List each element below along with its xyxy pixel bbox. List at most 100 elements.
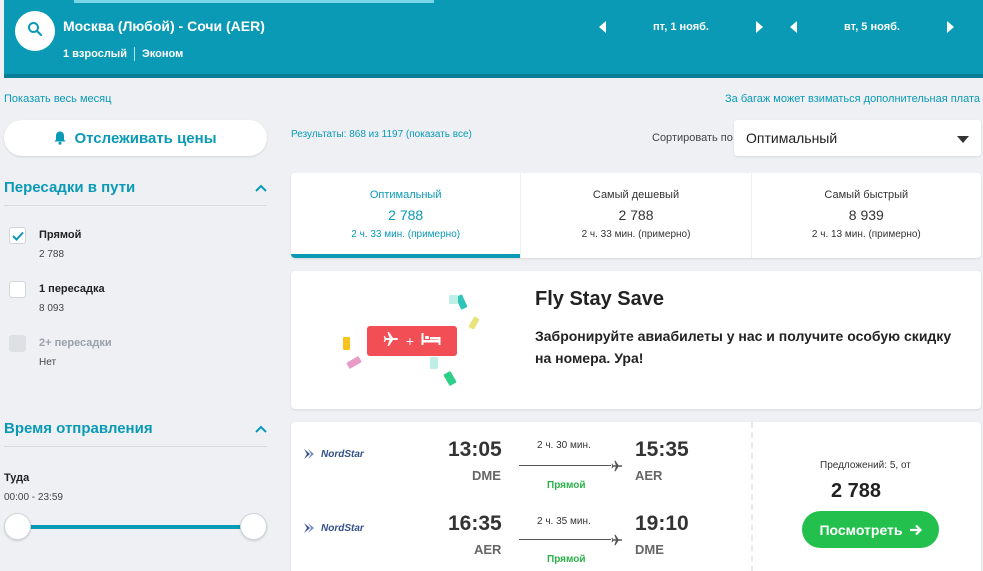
- promo-text: Забронируйте авиабилеты у нас и получите…: [535, 328, 952, 366]
- prev-return-date-button[interactable]: [786, 17, 802, 37]
- search-button[interactable]: [15, 11, 55, 51]
- return-date-picker: вт, 5 нояб.: [786, 16, 958, 38]
- show-month-link[interactable]: Показать весь месяц: [4, 93, 111, 105]
- nordstar-logo-icon: [304, 449, 314, 459]
- arrival-time: 19:10: [635, 512, 689, 535]
- flight-price: 2 788: [831, 480, 882, 502]
- airplane-icon: [611, 533, 623, 551]
- departure-time: 16:35: [448, 512, 502, 535]
- option-label: Прямой: [39, 229, 82, 241]
- meta-separator: [133, 47, 135, 61]
- results-count[interactable]: Результаты: 868 из 1197 (показать все): [291, 129, 472, 140]
- stops-option-two-plus: 2+ пересадки Нет: [9, 335, 112, 369]
- chevron-left-icon: [790, 21, 797, 33]
- airline-logo: NordStar: [303, 522, 364, 534]
- chevron-up-icon: [255, 420, 267, 437]
- header-accent-strip: [74, 0, 434, 3]
- flight-result-card[interactable]: NordStar 13:05 DME 2 ч. 30 мин. Прямой 1…: [291, 422, 981, 571]
- flight-duration: 2 ч. 35 мин.: [537, 516, 591, 527]
- prev-depart-date-button[interactable]: [595, 17, 611, 37]
- route-line: [519, 465, 611, 466]
- nordstar-logo-icon: [304, 523, 314, 533]
- confetti-shape: [443, 370, 457, 387]
- filter-divider: [4, 446, 267, 447]
- departure-airport: DME: [472, 468, 501, 483]
- stops-option-direct[interactable]: Прямой 2 788: [9, 227, 81, 261]
- tab-price: 2 788: [618, 207, 654, 223]
- route-title[interactable]: Москва (Любой) - Сочи (AER): [63, 18, 265, 34]
- two-plus-stops-checkbox: [9, 335, 26, 352]
- promo-plus: +: [405, 333, 415, 349]
- time-slider-max-handle[interactable]: [240, 513, 267, 540]
- bed-icon: [421, 332, 441, 351]
- option-price: 2 788: [39, 249, 65, 260]
- arrival-airport: AER: [635, 468, 663, 483]
- confetti-shape: [468, 316, 480, 330]
- airline-name: NordStar: [321, 448, 364, 460]
- tab-title: Оптимальный: [369, 189, 442, 201]
- filter-divider: [4, 205, 267, 206]
- departure-time: 13:05: [448, 438, 502, 461]
- time-slider-min-handle[interactable]: [4, 513, 31, 540]
- card-divider: [751, 422, 753, 571]
- depart-date-picker: пт, 1 нояб.: [595, 16, 767, 38]
- slider-direction-label: Туда: [4, 472, 30, 484]
- return-date[interactable]: вт, 5 нояб.: [802, 21, 942, 33]
- search-icon: [27, 21, 43, 42]
- tab-duration: 2 ч. 33 мин. (примерно): [351, 229, 461, 240]
- sort-value: Оптимальный: [746, 130, 838, 146]
- offers-count: Предложений: 5, от: [820, 460, 911, 471]
- airline-logo: NordStar: [303, 448, 364, 460]
- slider-range-value: 00:00 - 23:59: [4, 492, 63, 503]
- next-depart-date-button[interactable]: [751, 17, 767, 37]
- depart-date[interactable]: пт, 1 нояб.: [611, 21, 751, 33]
- search-header: Москва (Любой) - Сочи (AER) 1 взрослый Э…: [4, 0, 983, 78]
- tab-cheapest[interactable]: Самый дешевый 2 788 2 ч. 33 мин. (пример…: [520, 173, 750, 258]
- passengers-label: 1 взрослый: [63, 48, 127, 60]
- chevron-right-icon: [756, 21, 763, 33]
- departure-airport: AER: [474, 542, 502, 557]
- promo-badge: +: [367, 326, 457, 356]
- tab-duration: 2 ч. 13 мин. (примерно): [811, 229, 921, 240]
- confetti-shape: [343, 337, 350, 350]
- airplane-icon: [611, 459, 623, 477]
- direct-checkbox[interactable]: [9, 227, 26, 244]
- option-price: 8 093: [39, 303, 65, 314]
- tab-title: Самый быстрый: [824, 189, 909, 201]
- option-label: 1 пересадка: [39, 283, 105, 295]
- tab-fastest[interactable]: Самый быстрый 8 939 2 ч. 13 мин. (пример…: [750, 173, 981, 258]
- one-stop-checkbox[interactable]: [9, 281, 26, 298]
- confetti-shape: [430, 357, 438, 369]
- tab-duration: 2 ч. 33 мин. (примерно): [581, 229, 691, 240]
- chevron-left-icon: [599, 21, 606, 33]
- option-label: 2+ пересадки: [39, 337, 112, 349]
- airline-name: NordStar: [321, 522, 364, 534]
- sort-select[interactable]: Оптимальный: [734, 120, 981, 156]
- airplane-icon: [383, 331, 399, 352]
- cabin-label: Эконом: [141, 48, 184, 60]
- tab-price: 2 788: [388, 207, 424, 223]
- stops-filter-header[interactable]: Пересадки в пути: [4, 179, 267, 196]
- caret-down-icon: [957, 130, 969, 146]
- chevron-right-icon: [947, 21, 954, 33]
- view-deal-button[interactable]: Посмотреть: [802, 511, 939, 548]
- stops-option-one[interactable]: 1 пересадка 8 093: [9, 281, 105, 315]
- confetti-shape: [346, 355, 362, 370]
- next-return-date-button[interactable]: [942, 17, 958, 37]
- time-slider-track[interactable]: [16, 525, 254, 529]
- sort-tabs: Оптимальный 2 788 2 ч. 33 мин. (примерно…: [291, 173, 981, 258]
- departure-time-filter-header[interactable]: Время отправления: [4, 420, 267, 437]
- track-prices-button[interactable]: Отслеживать цены: [4, 120, 267, 156]
- bell-icon: [54, 131, 66, 145]
- arrow-right-icon: [909, 524, 922, 536]
- promo-banner[interactable]: + Fly Stay Save Забронируйте авиабилеты …: [291, 271, 981, 409]
- trip-meta[interactable]: 1 взрослый Эконом: [63, 47, 183, 61]
- route-line: [519, 539, 611, 540]
- stops-filter-title: Пересадки в пути: [4, 179, 136, 196]
- arrival-time: 15:35: [635, 438, 689, 461]
- baggage-fee-link[interactable]: За багаж может взиматься дополнительная …: [725, 93, 980, 105]
- view-deal-label: Посмотреть: [819, 521, 903, 538]
- tab-optimal[interactable]: Оптимальный 2 788 2 ч. 33 мин. (примерно…: [291, 173, 521, 258]
- confetti-shape: [449, 295, 458, 304]
- sort-label: Сортировать по: [652, 132, 733, 144]
